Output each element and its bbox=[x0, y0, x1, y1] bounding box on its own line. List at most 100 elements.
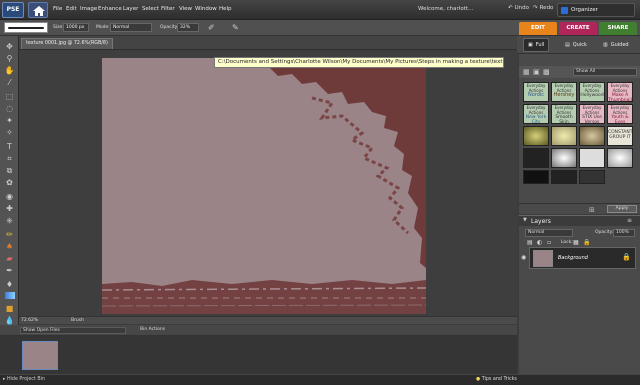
bin-thumbnail[interactable] bbox=[22, 341, 58, 370]
tab-create[interactable]: CREATE bbox=[559, 22, 597, 35]
layer-row-background[interactable]: Background 🔒 bbox=[529, 247, 636, 269]
effect-tile-make-thumbnail[interactable]: Everyday Actions Make A Thumbnail bbox=[607, 82, 633, 102]
menu-window[interactable]: Window bbox=[195, 6, 217, 12]
airbrush-icon[interactable]: ✐ bbox=[208, 23, 215, 32]
effect-tile-photo-9[interactable] bbox=[551, 170, 577, 184]
redo-button[interactable]: ↷ Redo bbox=[533, 5, 553, 11]
layers-panel-header[interactable]: ▼ Layers ≡ bbox=[519, 215, 640, 226]
cookie-cutter-icon[interactable]: ✿ bbox=[4, 178, 15, 188]
healing-brush-icon[interactable]: ✚ bbox=[4, 204, 15, 214]
smart-brush-icon[interactable]: ✒ bbox=[4, 266, 15, 276]
blend-mode-select[interactable]: Normal bbox=[525, 229, 573, 237]
paint-bucket-icon[interactable]: ♦ bbox=[4, 280, 15, 290]
brush-preset-picker[interactable] bbox=[4, 22, 48, 33]
adjustment-layer-icon[interactable]: ◐ bbox=[537, 239, 542, 246]
hide-project-bin-button[interactable]: ▸ Hide Project Bin bbox=[3, 377, 45, 382]
bin-show-select[interactable]: Show Open Files bbox=[20, 327, 126, 334]
brush-tool-icon[interactable]: ♠ bbox=[4, 242, 15, 252]
size-input[interactable]: 1000 px bbox=[63, 23, 89, 32]
bin-actions-menu[interactable]: Bin Actions bbox=[140, 327, 165, 332]
tab-share[interactable]: SHARE bbox=[599, 22, 637, 35]
menu-image[interactable]: Image bbox=[80, 6, 97, 12]
menu-edit[interactable]: Edit bbox=[66, 6, 77, 12]
lock-all-icon[interactable]: 🔒 bbox=[583, 239, 590, 246]
effect-tile-photo-10[interactable] bbox=[579, 170, 605, 184]
effect-tile-photo-5[interactable] bbox=[551, 148, 577, 168]
layers-title: Layers bbox=[531, 218, 551, 225]
mode-select[interactable]: Normal bbox=[110, 23, 152, 32]
pencil-tool-icon[interactable]: ✏ bbox=[4, 230, 15, 240]
shape-tool-icon[interactable]: ■ bbox=[4, 304, 15, 314]
effect-tile-nordic[interactable]: Everyday Actions Nordic bbox=[523, 82, 549, 102]
app-logo: PSE bbox=[2, 2, 24, 18]
menu-file[interactable]: File bbox=[53, 6, 62, 12]
clone-stamp-icon[interactable]: ⎈ bbox=[4, 216, 15, 226]
effect-tile-smooth-skin[interactable]: Everyday Actions Smooth Skin bbox=[551, 104, 577, 124]
effect-tile-youth-eyes[interactable]: Everyday Actions Youth & Eyes bbox=[607, 104, 633, 124]
marquee-tool-icon[interactable]: ⬚ bbox=[4, 92, 15, 102]
selection-brush-icon[interactable]: ✧ bbox=[4, 128, 15, 138]
menu-layer[interactable]: Layer bbox=[123, 6, 138, 12]
effects-filter-select[interactable]: Show All bbox=[573, 68, 637, 76]
menu-select[interactable]: Select bbox=[142, 6, 159, 12]
gradient-tool-icon[interactable] bbox=[4, 292, 15, 302]
effect-tile-hollywood[interactable]: Everyday Actions Hollywood bbox=[579, 82, 605, 102]
effect-tile-stix[interactable]: Everyday Actions STIX Use Versos bbox=[579, 104, 605, 124]
collapse-triangle-icon[interactable]: ▼ bbox=[523, 217, 527, 223]
brush-settings-icon[interactable]: ✎ bbox=[232, 23, 239, 32]
effect-tile-constant-group[interactable]: CONSTANT GROUP IT bbox=[607, 126, 633, 146]
magic-wand-tool-icon[interactable]: ✦ bbox=[4, 116, 15, 126]
recompose-tool-icon[interactable]: ⧉ bbox=[4, 166, 15, 176]
menu-filter[interactable]: Filter bbox=[161, 6, 175, 12]
lasso-tool-icon[interactable]: ◌ bbox=[4, 104, 15, 114]
menu-enhance[interactable]: Enhance bbox=[98, 6, 122, 12]
layer-styles-icon[interactable]: ▣ bbox=[533, 68, 540, 76]
toolbox: ✥ ⚲ ✋ ⁄ ⬚ ◌ ✦ ✧ T ⌗ ⧉ ✿ ◉ ✚ ⎈ ✏ ♠ ▰ ✒ ♦ … bbox=[0, 36, 19, 349]
undo-icon: ↶ bbox=[508, 5, 513, 11]
effect-tile-photo-6[interactable] bbox=[579, 148, 605, 168]
quick-edit-button[interactable]: ▤ Quick bbox=[561, 38, 591, 52]
lock-label: Lock: bbox=[561, 240, 573, 245]
effect-tile-photo-1[interactable] bbox=[523, 126, 549, 146]
effect-tile-photo-4[interactable] bbox=[523, 148, 549, 168]
full-edit-button[interactable]: ▣ Full bbox=[523, 38, 550, 52]
document-image[interactable] bbox=[102, 58, 426, 314]
type-tool-icon[interactable]: T bbox=[4, 142, 15, 152]
eraser-tool-icon[interactable]: ▰ bbox=[4, 254, 15, 264]
guided-edit-button[interactable]: ▥ Guided bbox=[599, 38, 633, 52]
photo-effects-icon[interactable]: ▩ bbox=[543, 68, 550, 76]
document-tab[interactable]: texture 0001.jpg @ 72.6%(RGB/8) bbox=[21, 38, 113, 49]
tab-edit[interactable]: EDIT bbox=[519, 22, 557, 35]
move-tool-icon[interactable]: ✥ bbox=[4, 42, 15, 52]
apply-button[interactable]: Apply bbox=[607, 205, 637, 213]
effects-options-icon[interactable]: ⊞ bbox=[589, 206, 595, 214]
effects-apply-bar: ⊞ Apply bbox=[519, 203, 640, 214]
status-bar: 72.62% Brush bbox=[19, 316, 517, 324]
red-eye-tool-icon[interactable]: ◉ bbox=[4, 192, 15, 202]
tips-and-tricks-button[interactable]: ● Tips and Tricks bbox=[476, 377, 517, 382]
canvas-area[interactable] bbox=[19, 50, 517, 316]
undo-button[interactable]: ↶ Undo bbox=[508, 5, 529, 11]
effect-tile-hershey[interactable]: Everyday Actions Hershey bbox=[551, 82, 577, 102]
zoom-tool-icon[interactable]: ⚲ bbox=[4, 54, 15, 64]
layer-opacity-input[interactable]: 100% bbox=[613, 229, 635, 237]
effect-tile-photo-7[interactable] bbox=[607, 148, 633, 168]
menu-view[interactable]: View bbox=[179, 6, 192, 12]
effect-tile-photo-2[interactable] bbox=[551, 126, 577, 146]
effect-tile-photo-3[interactable] bbox=[579, 126, 605, 146]
new-layer-icon[interactable]: ▤ bbox=[527, 239, 533, 246]
hand-tool-icon[interactable]: ✋ bbox=[4, 66, 15, 76]
panel-menu-icon[interactable]: ≡ bbox=[627, 217, 632, 224]
opacity-input[interactable]: 32% bbox=[177, 23, 199, 32]
effect-tile-photo-8[interactable] bbox=[523, 170, 549, 184]
crop-tool-icon[interactable]: ⌗ bbox=[4, 154, 15, 164]
organizer-button[interactable]: Organizer bbox=[557, 3, 635, 17]
lock-transparency-icon[interactable]: ▦ bbox=[573, 239, 579, 246]
visibility-eye-icon[interactable]: ◉ bbox=[521, 254, 526, 261]
eyedropper-tool-icon[interactable]: ⁄ bbox=[4, 78, 15, 88]
filters-icon[interactable]: ▦ bbox=[523, 68, 530, 76]
menu-help[interactable]: Help bbox=[219, 6, 232, 12]
effect-tile-new-york-city[interactable]: Everyday Actions New York City bbox=[523, 104, 549, 124]
delete-layer-icon[interactable]: ▫ bbox=[547, 239, 551, 246]
home-button[interactable] bbox=[28, 2, 48, 18]
